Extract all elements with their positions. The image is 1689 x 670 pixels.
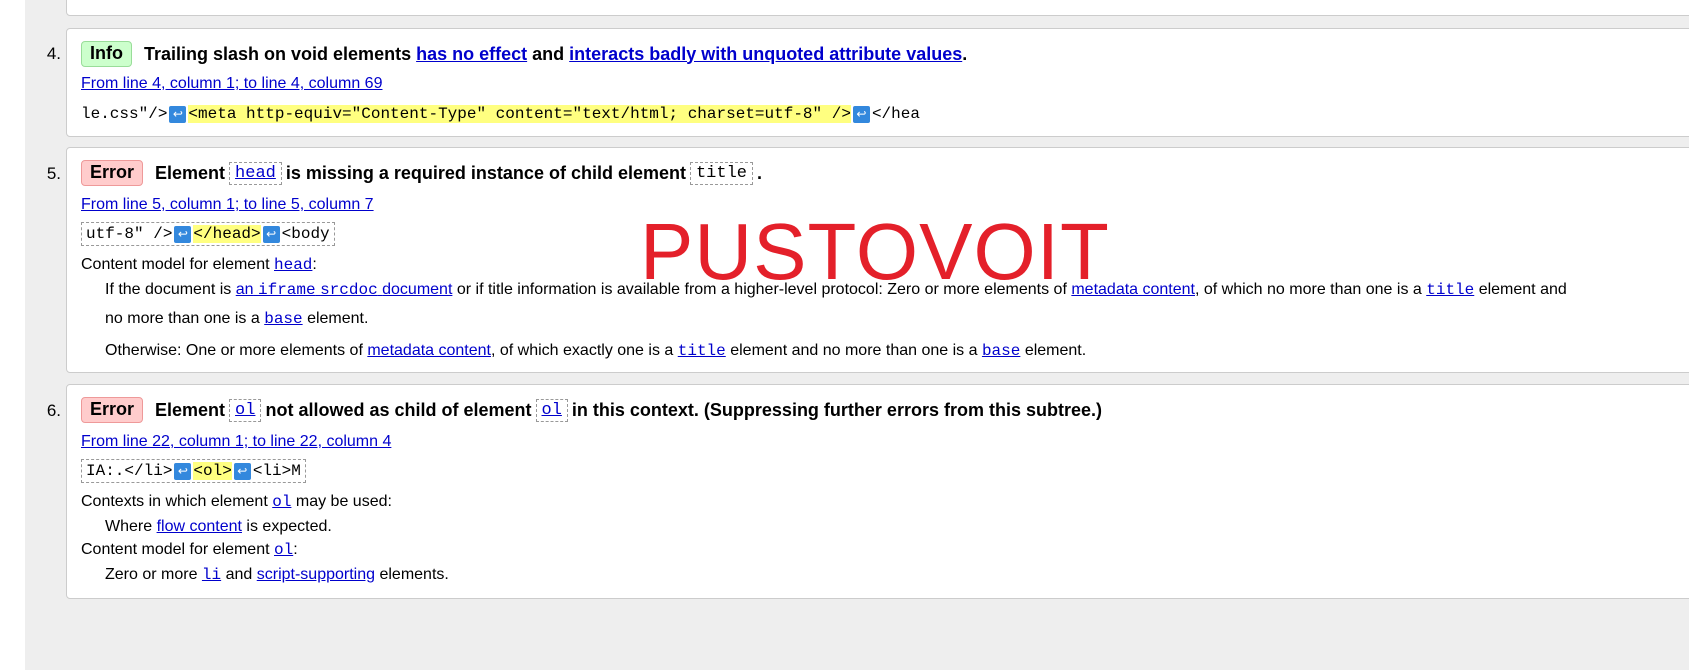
metadata-content-link[interactable]: metadata content <box>367 342 491 359</box>
li-element-link[interactable]: li <box>202 566 221 584</box>
linefeed-icon: ↩ <box>174 462 192 480</box>
message-text: is missing a required instance of child … <box>285 162 686 183</box>
location-link[interactable]: From line 4, column 1; to line 4, column… <box>81 75 382 93</box>
content-model-heading: Content model for element head: <box>81 256 317 274</box>
info-badge: Info <box>81 41 132 67</box>
title-element-link[interactable]: title <box>1426 281 1474 299</box>
rule-text: If the document is <box>105 281 232 298</box>
message-text: and <box>532 43 565 64</box>
content-model-label: Content model for element <box>81 541 270 558</box>
location-link[interactable]: From line 22, column 1; to line 22, colu… <box>81 433 391 451</box>
message-heading: Info Trailing slash on void elements has… <box>81 41 967 67</box>
message-heading: Error Element head is missing a required… <box>81 160 762 186</box>
colon: : <box>312 256 317 273</box>
rule-text: is expected. <box>246 518 332 535</box>
contexts-label: may be used: <box>295 493 392 510</box>
message-number: 5. <box>46 164 61 183</box>
has-no-effect-link[interactable]: has no effect <box>416 44 527 65</box>
location-link[interactable]: From line 5, column 1; to line 5, column… <box>81 196 374 214</box>
content-model-rule-cont: no more than one is a base element. <box>105 310 368 328</box>
source-extract: le.css"/> ↩ <meta http-equiv="Content-Ty… <box>81 105 920 123</box>
rule-text: element and no more than one is a <box>730 342 978 359</box>
iframe-srcdoc-link[interactable]: an iframe srcdoc document <box>235 281 453 299</box>
extract-after: <li>M <box>252 462 301 480</box>
rule-text: , of which no more than one is a <box>1194 281 1422 298</box>
ol-element-link[interactable]: ol <box>542 401 562 420</box>
title-code: title <box>689 161 753 185</box>
extract-highlight: <ol> <box>193 462 232 480</box>
source-extract: utf-8" /> ↩ </head> ↩ <body <box>81 222 335 246</box>
linefeed-icon: ↩ <box>233 462 251 480</box>
message-text: Trailing slash on void elements <box>144 43 412 64</box>
extract-highlight: <meta http-equiv="Content-Type" content=… <box>188 105 851 123</box>
contexts-label: Contexts in which element <box>81 493 268 510</box>
rule-text: element and <box>1478 281 1567 298</box>
flow-content-link[interactable]: flow content <box>157 518 242 535</box>
base-element-link[interactable]: base <box>264 310 302 328</box>
message-text: in this context. (Suppressing further er… <box>571 399 1102 420</box>
message-heading: Error Element ol not allowed as child of… <box>81 397 1102 423</box>
message-number: 6. <box>46 401 61 420</box>
ol-element-link[interactable]: ol <box>274 541 293 559</box>
contexts-heading: Contexts in which element ol may be used… <box>81 493 392 511</box>
title-element-link[interactable]: title <box>678 342 726 360</box>
extract-after: </hea <box>871 105 920 123</box>
contexts-rule: Where flow content is expected. <box>105 518 332 536</box>
message-text: Element <box>155 162 226 183</box>
message-error: Error Element ol not allowed as child of… <box>66 384 1689 599</box>
ol-element-link[interactable]: ol <box>235 401 255 420</box>
head-element-link[interactable]: head <box>274 256 312 274</box>
rule-text: no more than one is a <box>105 310 260 327</box>
source-extract: IA:.</li> ↩ <ol> ↩ <li>M <box>81 459 306 483</box>
link-code: iframe <box>258 281 316 299</box>
extract-before: le.css"/> <box>81 105 168 123</box>
rule-text: element. <box>1024 342 1087 359</box>
message-text: not allowed as child of element <box>265 399 532 420</box>
rule-text: element. <box>307 310 369 327</box>
base-element-link[interactable]: base <box>982 342 1020 360</box>
extract-after: <body <box>281 225 330 243</box>
linefeed-icon: ↩ <box>262 225 280 243</box>
content-model-label: Content model for element <box>81 256 270 273</box>
extract-before: utf-8" /> <box>86 225 173 243</box>
linefeed-icon: ↩ <box>169 105 187 123</box>
error-badge: Error <box>81 160 144 186</box>
rule-text: Where <box>105 518 153 535</box>
rule-text: and <box>225 566 253 583</box>
script-supporting-link[interactable]: script-supporting <box>257 566 375 583</box>
head-element-link[interactable]: head <box>235 164 276 183</box>
message-number: 4. <box>46 44 61 63</box>
message-text: . <box>757 162 763 183</box>
linefeed-icon: ↩ <box>852 105 870 123</box>
content-model-rule: Otherwise: One or more elements of metad… <box>105 342 1086 360</box>
colon: : <box>293 541 298 558</box>
content-model-rule: Zero or more li and script-supporting el… <box>105 566 449 584</box>
watermark-text: PUSTOVOIT <box>640 207 1110 296</box>
ol-element-link[interactable]: ol <box>272 493 291 511</box>
message-text: Element <box>155 399 226 420</box>
extract-before: IA:.</li> <box>86 462 173 480</box>
linefeed-icon: ↩ <box>174 225 192 243</box>
error-badge: Error <box>81 397 144 423</box>
rule-text: , of which exactly one is a <box>490 342 674 359</box>
message-text: . <box>962 43 968 64</box>
previous-message-clipped <box>66 0 1689 16</box>
unquoted-attribute-link[interactable]: interacts badly with unquoted attribute … <box>569 44 962 65</box>
rule-text: elements. <box>379 566 449 583</box>
content-model-heading: Content model for element ol: <box>81 541 298 559</box>
extract-highlight: </head> <box>193 225 261 243</box>
rule-text: Zero or more <box>105 566 198 583</box>
link-text: document <box>382 281 453 298</box>
link-text: an <box>235 281 254 298</box>
link-code: srcdoc <box>320 281 378 299</box>
rule-text: Otherwise: One or more elements of <box>105 342 363 359</box>
message-info: Info Trailing slash on void elements has… <box>66 28 1689 137</box>
